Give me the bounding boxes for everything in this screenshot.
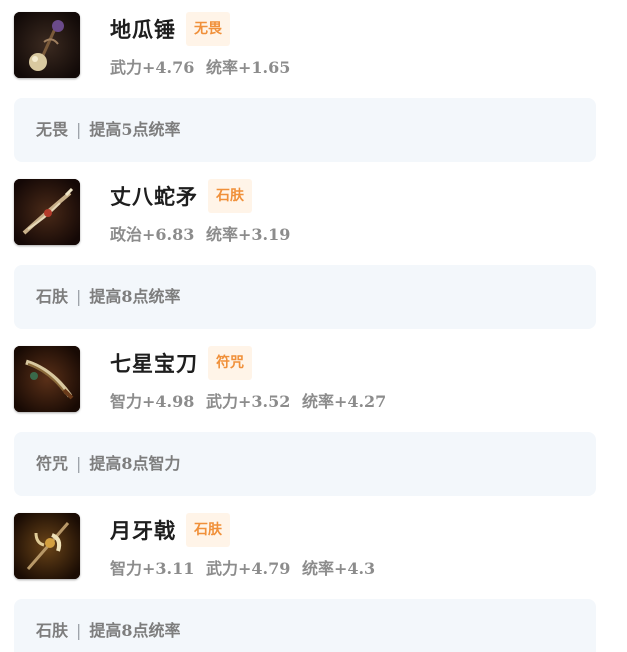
stat-value: 武力+3.52 (205, 392, 291, 411)
effect-tag: 无畏 (36, 120, 69, 139)
effect-separator: | (76, 120, 82, 139)
effect-text: 符咒 | 提高8点智力 (36, 432, 181, 496)
stat-value: 统率+3.19 (205, 225, 291, 244)
effect-tag: 石肤 (36, 621, 69, 640)
weapon-name: 月牙戟 (110, 518, 176, 543)
effect-desc: 提高8点智力 (89, 454, 181, 473)
weapon-list: 地瓜锤 无畏 武力+4.76 统率+1.65 无畏 | 提高5点统率 丈八蛇矛 … (0, 0, 627, 652)
stat-value: 智力+3.11 (110, 559, 195, 578)
effect-separator: | (76, 621, 82, 640)
effect-text: 石肤 | 提高8点统率 (36, 265, 181, 329)
effect-tag: 石肤 (36, 287, 69, 306)
weapon-item[interactable]: 七星宝刀 符咒 智力+4.98 武力+3.52 统率+4.27 符咒 | 提高8点智… (0, 334, 627, 502)
spear-icon (14, 179, 80, 245)
effect-box: 石肤 | 提高8点统率 (14, 599, 596, 652)
trait-tag: 石肤 (186, 513, 230, 547)
effect-desc: 提高5点统率 (89, 120, 181, 139)
stat-value: 武力+4.79 (205, 559, 291, 578)
stat-line: 政治+6.83 统率+3.19 (110, 221, 290, 245)
weapon-name: 地瓜锤 (110, 17, 176, 42)
weapon-name: 丈八蛇矛 (110, 184, 198, 209)
saber-icon (14, 346, 80, 412)
effect-text: 无畏 | 提高5点统率 (36, 98, 181, 162)
hammer-icon (14, 12, 80, 78)
stat-line: 智力+3.11 武力+4.79 统率+4.3 (110, 555, 375, 579)
name-row: 地瓜锤 无畏 (110, 12, 230, 46)
name-row: 月牙戟 石肤 (110, 513, 230, 547)
halberd-icon (14, 513, 80, 579)
effect-box: 符咒 | 提高8点智力 (14, 432, 596, 496)
stat-line: 智力+4.98 武力+3.52 统率+4.27 (110, 388, 386, 412)
stat-value: 武力+4.76 (110, 58, 195, 77)
weapon-item[interactable]: 地瓜锤 无畏 武力+4.76 统率+1.65 无畏 | 提高5点统率 (0, 0, 627, 168)
effect-text: 石肤 | 提高8点统率 (36, 599, 181, 652)
trait-tag: 符咒 (208, 346, 252, 380)
stat-value: 统率+4.27 (301, 392, 387, 411)
effect-tag: 符咒 (36, 454, 69, 473)
effect-desc: 提高8点统率 (89, 287, 181, 306)
stat-value: 智力+4.98 (110, 392, 195, 411)
trait-tag: 无畏 (186, 12, 230, 46)
stat-line: 武力+4.76 统率+1.65 (110, 54, 290, 78)
effect-desc: 提高8点统率 (89, 621, 181, 640)
stat-value: 政治+6.83 (110, 225, 195, 244)
stat-value: 统率+1.65 (205, 58, 291, 77)
weapon-item[interactable]: 月牙戟 石肤 智力+3.11 武力+4.79 统率+4.3 石肤 | 提高8点统率 (0, 501, 627, 652)
name-row: 七星宝刀 符咒 (110, 346, 252, 380)
effect-separator: | (76, 454, 82, 473)
stat-value: 统率+4.3 (301, 559, 376, 578)
name-row: 丈八蛇矛 石肤 (110, 179, 252, 213)
weapon-item[interactable]: 丈八蛇矛 石肤 政治+6.83 统率+3.19 石肤 | 提高8点统率 (0, 167, 627, 335)
effect-separator: | (76, 287, 82, 306)
effect-box: 无畏 | 提高5点统率 (14, 98, 596, 162)
effect-box: 石肤 | 提高8点统率 (14, 265, 596, 329)
weapon-name: 七星宝刀 (110, 351, 198, 376)
trait-tag: 石肤 (208, 179, 252, 213)
